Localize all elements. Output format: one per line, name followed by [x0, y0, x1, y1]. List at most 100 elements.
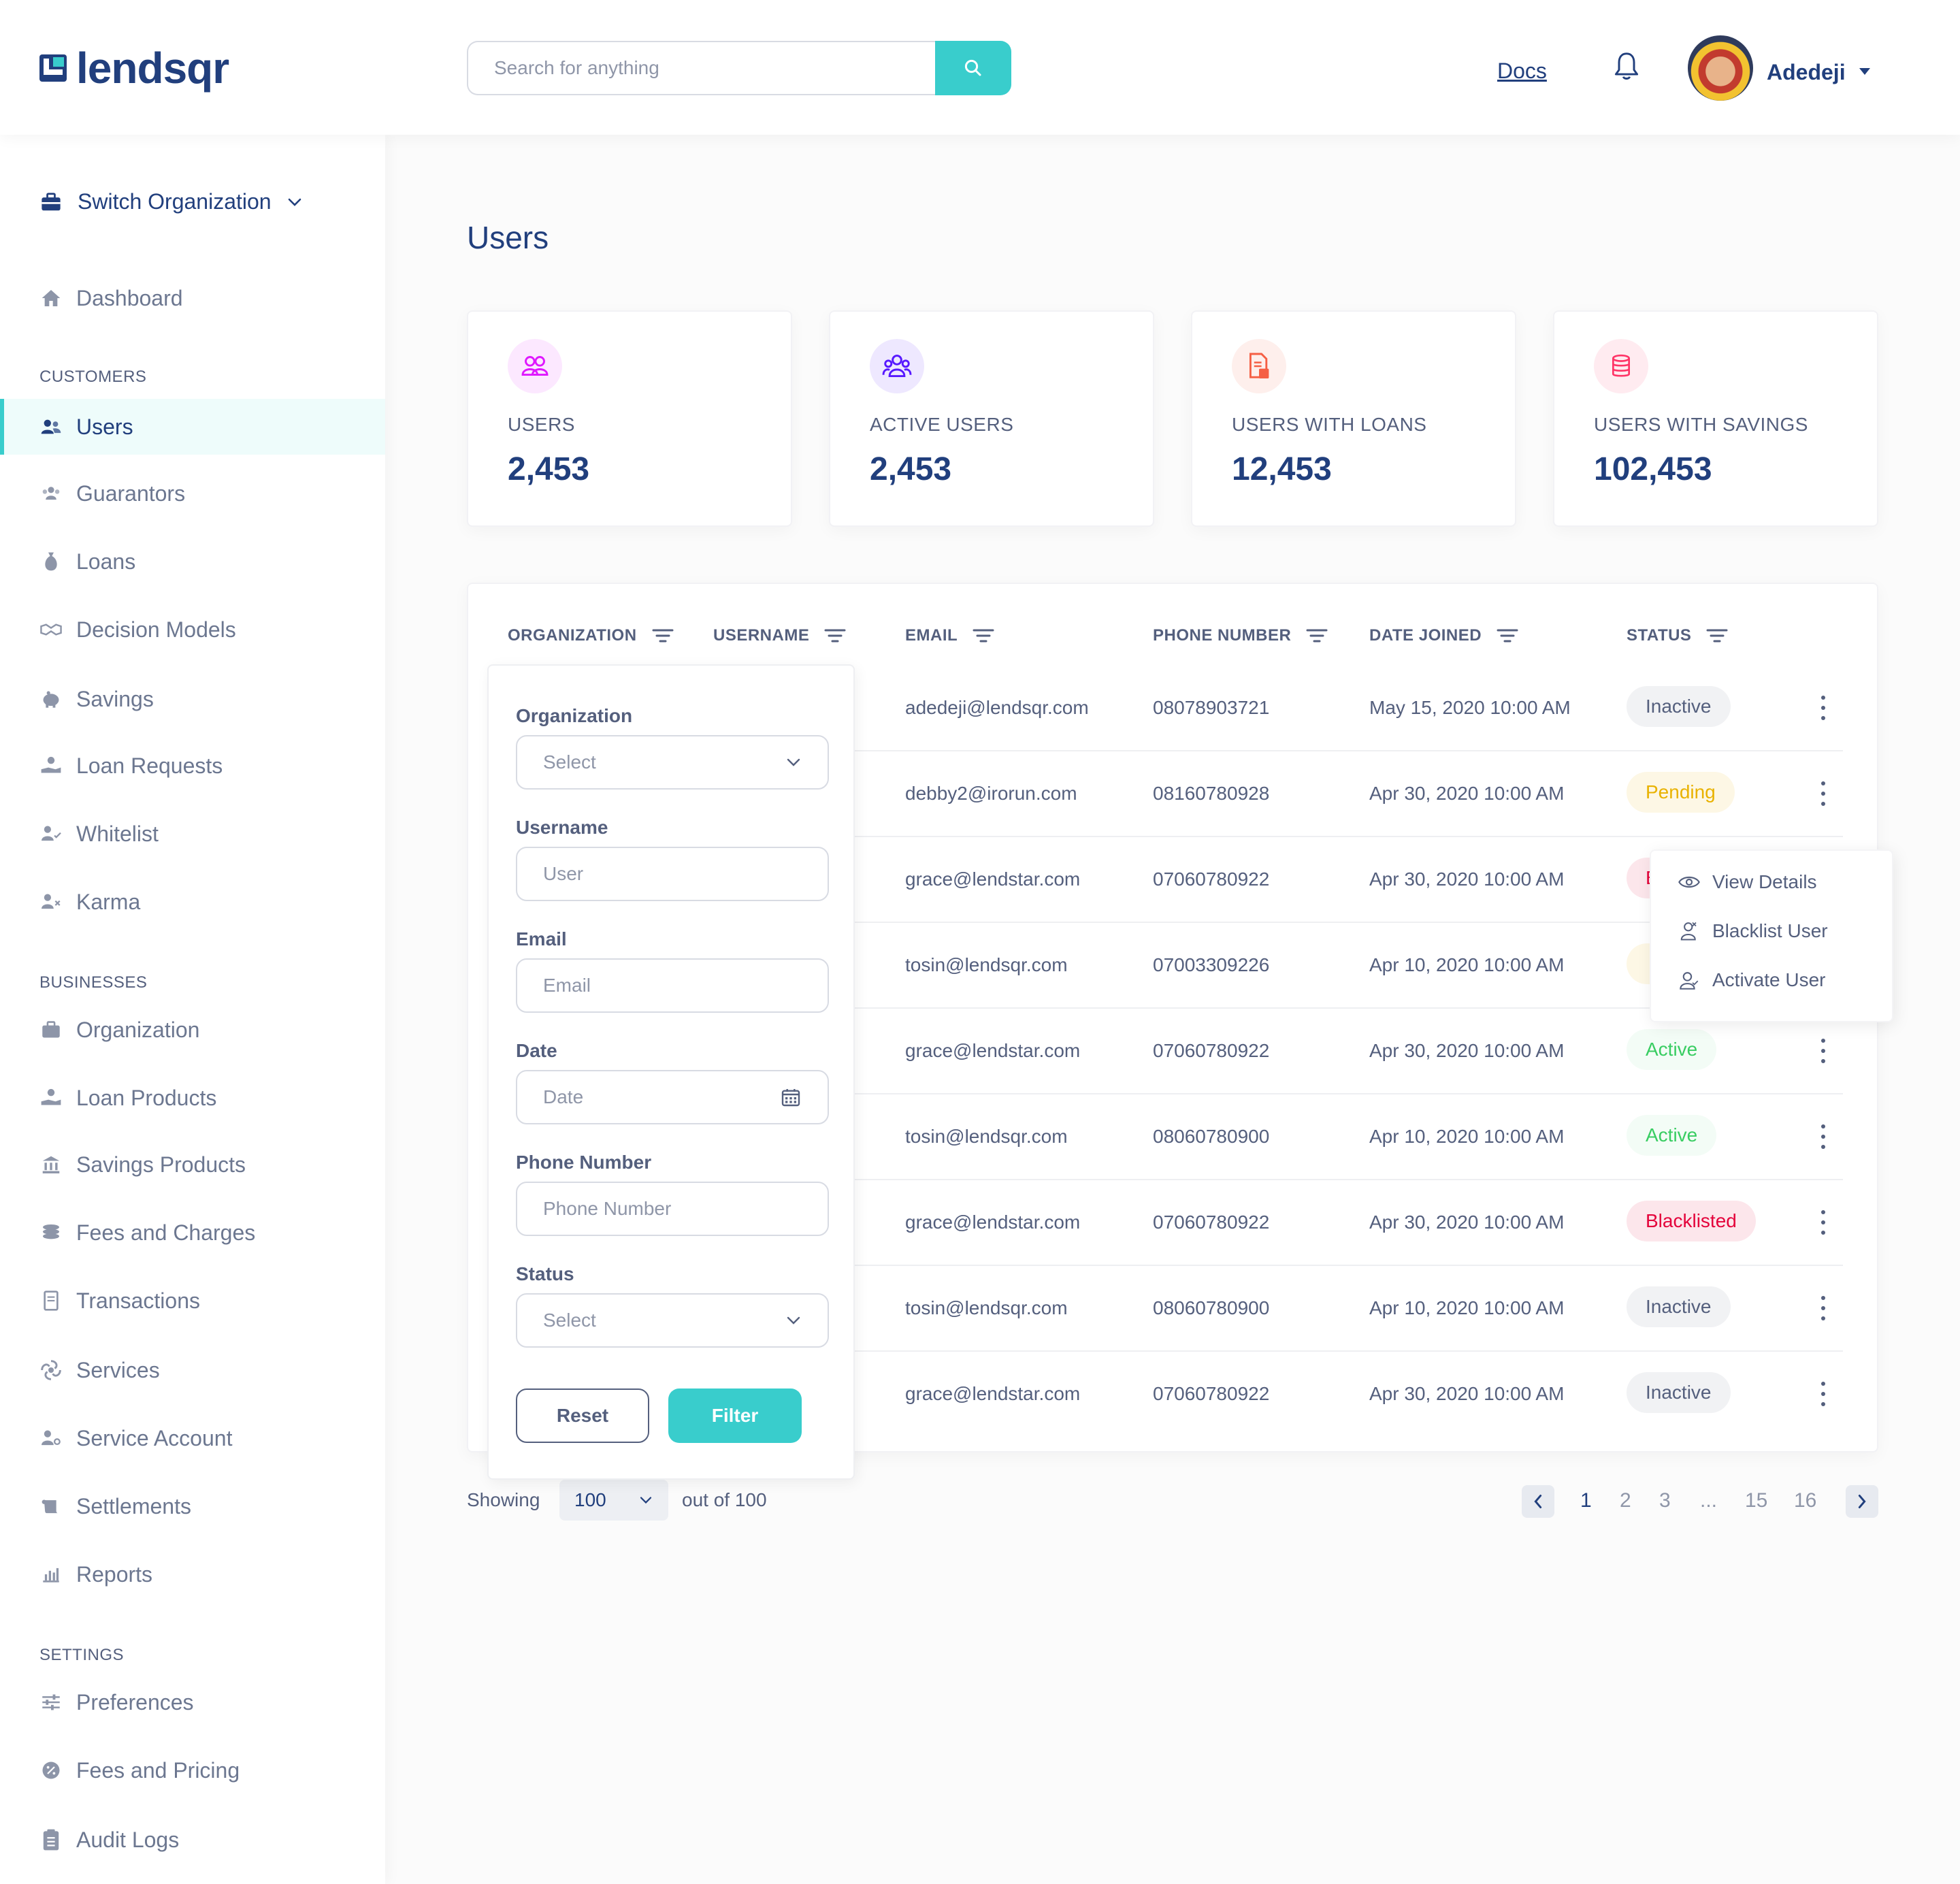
cell-date: Apr 30, 2020 10:00 AM [1369, 1383, 1565, 1404]
menu-item-label: Blacklist User [1712, 920, 1828, 941]
sidebar-item-reports[interactable]: Reports [0, 1546, 385, 1602]
stat-card-users-with-savings: USERS WITH SAVINGS 102,453 [1553, 310, 1878, 527]
stat-card-active-users: ACTIVE USERS 2,453 [829, 310, 1154, 527]
status-badge: Inactive [1627, 686, 1731, 727]
input-placeholder: Email [543, 975, 591, 996]
organization-select[interactable]: Select [516, 735, 829, 790]
stat-label: USERS WITH SAVINGS [1594, 414, 1808, 435]
prev-page-button[interactable] [1522, 1485, 1554, 1518]
filter-icon[interactable] [1306, 628, 1328, 644]
hand-money-icon [39, 1086, 63, 1109]
user-menu-caret-icon[interactable] [1859, 68, 1870, 75]
sidebar-item-decision-models[interactable]: Decision Models [0, 602, 385, 657]
page-number[interactable]: 16 [1794, 1489, 1816, 1512]
sidebar-item-settlements[interactable]: Settlements [0, 1478, 385, 1534]
column-header-email[interactable]: EMAIL [905, 626, 994, 645]
notifications-button[interactable] [1612, 50, 1642, 88]
sidebar-item-label: Services [76, 1357, 160, 1382]
input-placeholder: Date [543, 1086, 584, 1107]
logo[interactable]: lendsqr [39, 46, 229, 90]
sidebar-item-loans[interactable]: Loans [0, 534, 385, 589]
column-header-status[interactable]: STATUS [1627, 626, 1728, 645]
sidebar-item-whitelist[interactable]: Whitelist [0, 806, 385, 862]
email-input[interactable]: Email [516, 958, 829, 1013]
search-button[interactable] [935, 41, 1011, 95]
sidebar-item-organization[interactable]: Organization [0, 1002, 385, 1058]
page-number[interactable]: 1 [1580, 1489, 1592, 1512]
row-actions-button[interactable] [1813, 1296, 1833, 1320]
sidebar-item-fees-and-pricing[interactable]: Fees and Pricing [0, 1742, 385, 1798]
filter-label-organization: Organization [516, 705, 633, 726]
docs-link[interactable]: Docs [1497, 59, 1547, 84]
page-number[interactable]: 2 [1620, 1489, 1631, 1512]
row-actions-button[interactable] [1813, 1210, 1833, 1235]
reset-button[interactable]: Reset [516, 1388, 649, 1443]
sidebar-item-label: Fees and Pricing [76, 1757, 240, 1783]
sidebar-item-savings-products[interactable]: Savings Products [0, 1137, 385, 1192]
user-name[interactable]: Adedeji [1767, 60, 1846, 85]
filter-icon[interactable] [652, 628, 674, 644]
filter-icon[interactable] [1497, 628, 1518, 644]
row-actions-button[interactable] [1813, 781, 1833, 806]
filter-icon[interactable] [1706, 628, 1728, 644]
calendar-icon[interactable] [780, 1086, 802, 1108]
view-details-menu-item[interactable]: View Details [1678, 871, 1817, 893]
menu-item-label: View Details [1712, 871, 1817, 892]
row-actions-button[interactable] [1813, 1039, 1833, 1063]
row-actions-button[interactable] [1813, 1124, 1833, 1149]
sidebar-item-preferences[interactable]: Preferences [0, 1674, 385, 1730]
users-icon [508, 339, 562, 393]
page-number[interactable]: 15 [1745, 1489, 1767, 1512]
search-input[interactable] [467, 41, 935, 95]
column-header-phone-number[interactable]: PHONE NUMBER [1153, 626, 1328, 645]
cell-email: debby2@irorun.com [905, 783, 1077, 804]
sidebar-item-loan-products[interactable]: Loan Products [0, 1070, 385, 1126]
showing-label: Showing [467, 1489, 540, 1510]
cell-phone: 08060780900 [1153, 1126, 1270, 1147]
filter-button[interactable]: Filter [668, 1388, 802, 1443]
sidebar-item-guarantors[interactable]: Guarantors [0, 466, 385, 521]
sidebar-item-savings[interactable]: Savings [0, 671, 385, 727]
row-actions-button[interactable] [1813, 696, 1833, 720]
sidebar-item-dashboard[interactable]: Dashboard [0, 270, 385, 326]
sidebar-item-fees-and-charges[interactable]: Fees and Charges [0, 1205, 385, 1261]
per-page-select[interactable]: 100 [559, 1480, 668, 1521]
status-select[interactable]: Select [516, 1293, 829, 1348]
column-header-organization[interactable]: ORGANIZATION [508, 626, 674, 645]
input-placeholder: Phone Number [543, 1198, 672, 1219]
phone-number-input[interactable]: Phone Number [516, 1182, 829, 1236]
column-header-date-joined[interactable]: DATE JOINED [1369, 626, 1518, 645]
user-times-icon [1678, 920, 1700, 942]
next-page-button[interactable] [1846, 1485, 1878, 1518]
sidebar-item-karma[interactable]: Karma [0, 874, 385, 930]
page-number[interactable]: 3 [1659, 1489, 1671, 1512]
row-actions-button[interactable] [1813, 1382, 1833, 1406]
briefcase-icon [42, 192, 61, 210]
user-avatar[interactable] [1688, 35, 1753, 101]
sidebar-item-loan-requests[interactable]: Loan Requests [0, 738, 385, 794]
blacklist-user-menu-item[interactable]: Blacklist User [1678, 920, 1828, 942]
activate-user-menu-item[interactable]: Activate User [1678, 969, 1826, 991]
select-value: Select [543, 751, 596, 773]
sidebar-item-label: Transactions [76, 1288, 200, 1313]
sidebar-item-label: Users [76, 414, 133, 439]
username-input[interactable]: User [516, 847, 829, 901]
sidebar-item-label: Savings [76, 686, 154, 711]
sidebar-item-transactions[interactable]: Transactions [0, 1273, 385, 1329]
sidebar-item-services[interactable]: Services [0, 1342, 385, 1398]
scroll-icon [39, 1495, 63, 1518]
filter-icon[interactable] [973, 628, 994, 644]
sidebar-item-audit-logs[interactable]: Audit Logs [0, 1812, 385, 1868]
filter-icon[interactable] [824, 628, 846, 644]
chevron-down-icon [787, 1316, 800, 1325]
sidebar-item-service-account[interactable]: Service Account [0, 1410, 385, 1466]
column-header-username[interactable]: USERNAME [713, 626, 846, 645]
cell-date: Apr 30, 2020 10:00 AM [1369, 1040, 1565, 1061]
eye-icon [1678, 871, 1700, 893]
date-input[interactable]: Date [516, 1070, 829, 1124]
cell-phone: 07060780922 [1153, 1040, 1270, 1061]
sidebar-item-users[interactable]: Users [0, 399, 385, 455]
user-check-icon [1678, 969, 1700, 991]
switch-organization-button[interactable]: Switch Organization [39, 189, 303, 214]
cell-email: grace@lendstar.com [905, 1383, 1081, 1404]
